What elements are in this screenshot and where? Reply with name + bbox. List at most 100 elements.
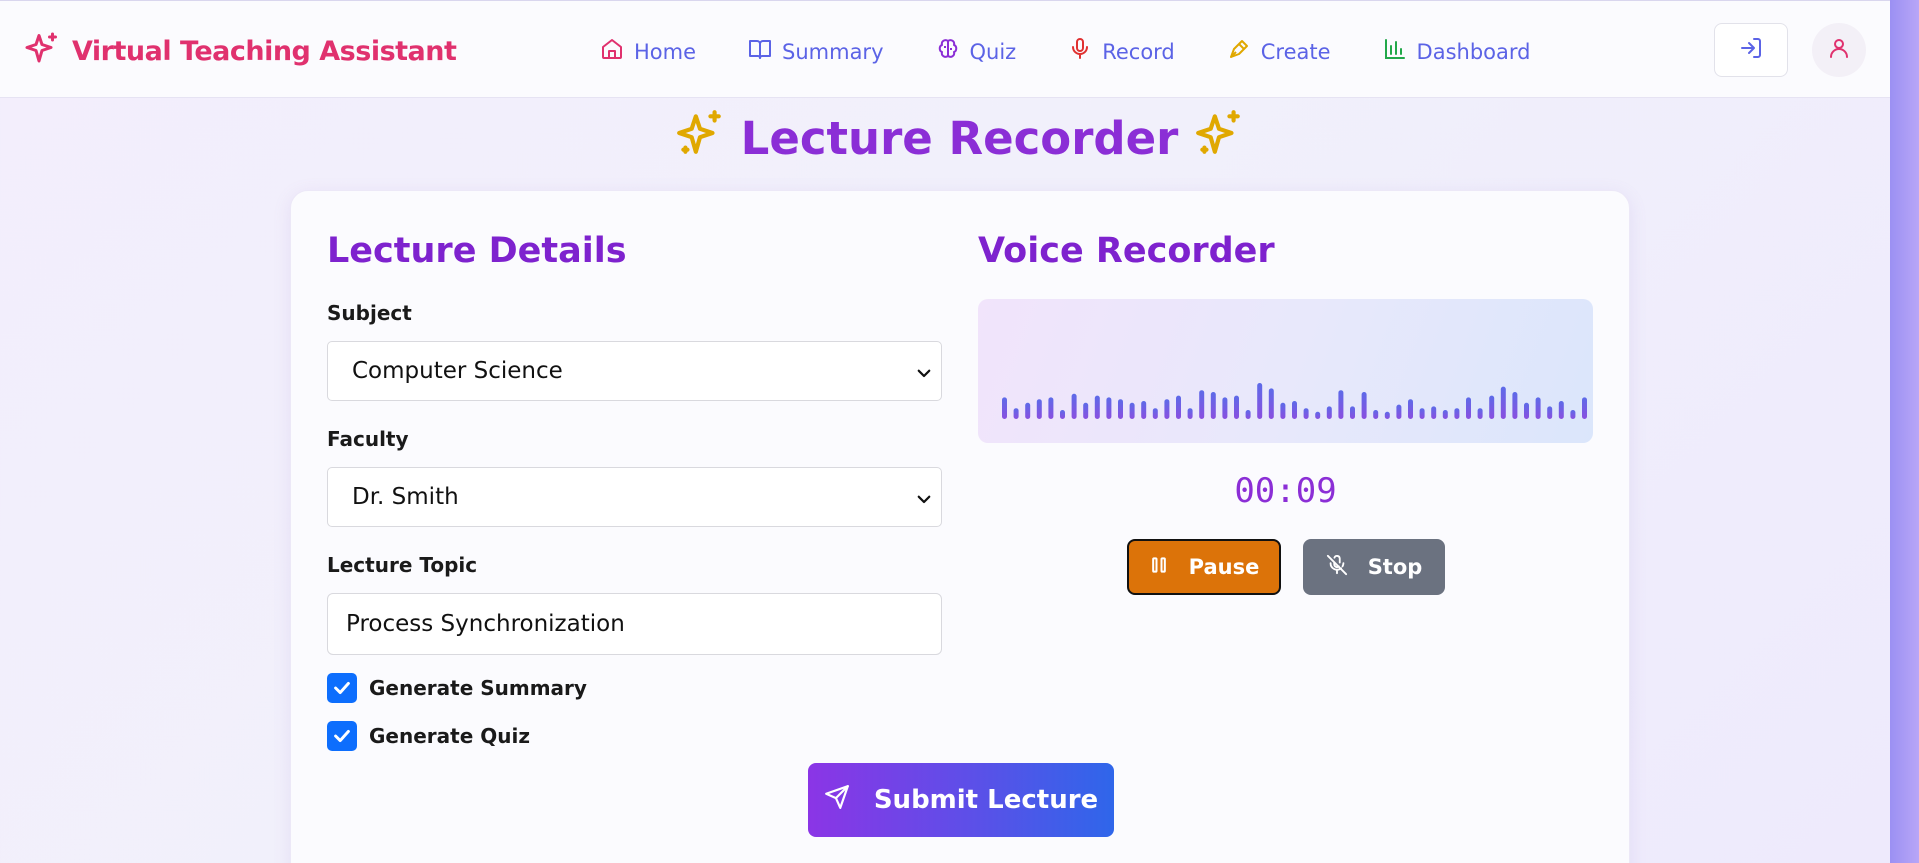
chart-icon (1383, 37, 1407, 66)
waveform-bar (1094, 395, 1100, 419)
pause-button[interactable]: Pause (1127, 539, 1281, 595)
waveform-bar (1489, 395, 1495, 419)
brain-icon (936, 37, 960, 66)
subject-select[interactable]: Computer Science (327, 341, 942, 401)
user-avatar[interactable] (1812, 23, 1866, 77)
waveform-bar (1234, 395, 1239, 419)
chevron-down-icon (915, 362, 933, 380)
waveform-bar (1558, 401, 1564, 419)
faculty-label: Faculty (327, 427, 409, 451)
nav-quiz[interactable]: Quiz (936, 37, 1017, 66)
waveform-bar (1002, 397, 1007, 419)
stop-button[interactable]: Stop (1303, 539, 1445, 595)
home-icon (600, 37, 624, 66)
brand-title: Virtual Teaching Assistant (72, 35, 457, 67)
pause-icon (1149, 555, 1169, 580)
audio-waveform (978, 299, 1593, 443)
nav-create[interactable]: Create (1227, 37, 1331, 66)
waveform-bar (1176, 395, 1181, 419)
waveform-bar (1164, 399, 1170, 419)
waveform-bar (1442, 410, 1448, 419)
waveform-bar (1535, 397, 1541, 419)
waveform-bar (1106, 397, 1112, 419)
waveform-bar (1547, 406, 1553, 419)
sparkle-icon (1194, 108, 1244, 169)
nav-summary-label: Summary (782, 39, 884, 64)
waveform-bar (1025, 402, 1031, 419)
waveform-bar (1466, 397, 1471, 419)
topic-label: Lecture Topic (327, 553, 478, 577)
send-icon (824, 784, 850, 817)
waveform-bar (1512, 392, 1518, 419)
waveform-bar (1013, 408, 1019, 419)
waveform-bar (1048, 397, 1054, 419)
waveform-bar (1373, 410, 1379, 419)
waveform-bar (1419, 408, 1425, 419)
user-icon (1827, 36, 1851, 64)
main-nav: Home Summary Quiz Record Create Dashboar… (600, 37, 1582, 66)
waveform-bar (1396, 404, 1402, 419)
waveform-bar (1361, 392, 1367, 419)
generate-quiz-checkbox[interactable] (327, 721, 357, 751)
recorder-card: Lecture Details Subject Computer Science… (290, 190, 1630, 863)
page-title-text: Lecture Recorder (740, 112, 1179, 165)
generate-summary-option[interactable]: Generate Summary (327, 673, 587, 703)
voice-recorder-title: Voice Recorder (978, 231, 1275, 271)
waveform-bar (1060, 410, 1065, 419)
waveform-bars (1002, 383, 1587, 419)
top-navbar: Virtual Teaching Assistant Home Summary … (0, 0, 1890, 98)
waveform-bar (1454, 408, 1460, 419)
nav-quiz-label: Quiz (969, 39, 1017, 64)
waveform-bar (1129, 402, 1135, 419)
waveform-bar (1292, 401, 1297, 419)
submit-label: Submit Lecture (873, 785, 1099, 815)
nav-home[interactable]: Home (600, 37, 696, 66)
lecture-details-title: Lecture Details (327, 231, 627, 271)
waveform-bar (1268, 388, 1274, 419)
nav-summary[interactable]: Summary (748, 37, 884, 66)
waveform-bar (1326, 406, 1332, 419)
waveform-bar (1083, 402, 1089, 419)
nav-dashboard-label: Dashboard (1416, 39, 1531, 64)
brand[interactable]: Virtual Teaching Assistant (24, 31, 457, 71)
waveform-bar (1280, 402, 1286, 419)
nav-record-label: Record (1102, 39, 1175, 64)
waveform-bar (1338, 390, 1344, 419)
nav-home-label: Home (634, 39, 697, 64)
generate-quiz-option[interactable]: Generate Quiz (327, 721, 530, 751)
waveform-bar (1257, 383, 1263, 419)
nav-dashboard[interactable]: Dashboard (1383, 37, 1531, 66)
waveform-bar (1245, 410, 1251, 419)
waveform-bar (1187, 408, 1193, 419)
chevron-down-icon (915, 488, 933, 506)
topic-value: Process Synchronization (346, 611, 625, 637)
topic-input[interactable]: Process Synchronization (327, 593, 942, 655)
waveform-bar (1524, 402, 1529, 419)
login-icon (1739, 36, 1763, 64)
waveform-bar (1222, 397, 1228, 419)
page-title: Lecture Recorder (0, 108, 1919, 169)
mic-off-icon (1326, 554, 1348, 581)
sparkle-logo-icon (24, 31, 60, 71)
waveform-bar (1384, 411, 1390, 419)
book-icon (748, 37, 772, 66)
waveform-bar (1118, 399, 1123, 419)
generate-summary-checkbox[interactable] (327, 673, 357, 703)
pause-label: Pause (1188, 555, 1260, 579)
generate-quiz-label: Generate Quiz (369, 724, 530, 748)
waveform-bar (1350, 406, 1355, 419)
faculty-value: Dr. Smith (352, 484, 459, 510)
login-button[interactable] (1714, 23, 1788, 77)
waveform-bar (1071, 393, 1077, 419)
faculty-select[interactable]: Dr. Smith (327, 467, 942, 527)
pen-icon (1227, 37, 1251, 66)
nav-record[interactable]: Record (1068, 37, 1175, 66)
waveform-bar (1199, 390, 1205, 419)
nav-create-label: Create (1260, 39, 1331, 64)
generate-summary-label: Generate Summary (369, 676, 587, 700)
waveform-bar (1431, 406, 1437, 419)
waveform-bar (1210, 392, 1216, 419)
waveform-bar (1477, 408, 1483, 419)
stop-label: Stop (1367, 555, 1423, 579)
submit-lecture-button[interactable]: Submit Lecture (808, 763, 1114, 837)
